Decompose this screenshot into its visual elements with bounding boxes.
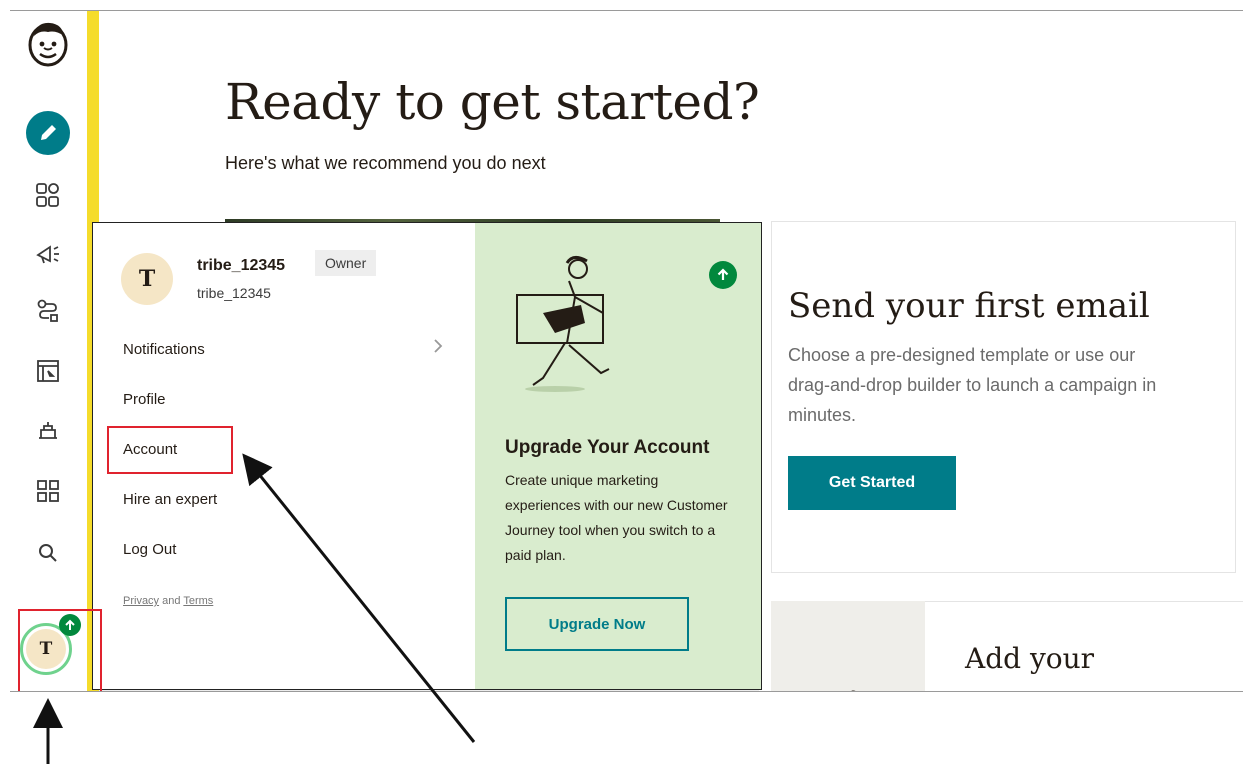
menu-item-notifications[interactable]: Notifications — [123, 341, 205, 358]
avatar-highlight-box — [18, 609, 102, 691]
upgrade-title: Upgrade Your Account — [505, 437, 710, 458]
legal-and: and — [162, 595, 181, 607]
add-contacts-title: Add your — [965, 642, 1095, 675]
upgrade-illustration-icon — [516, 256, 610, 392]
role-badge: Owner — [315, 250, 377, 276]
website-icon[interactable] — [30, 353, 66, 389]
get-started-button[interactable]: Get Started — [788, 456, 956, 510]
legal-links: Privacy and Terms — [123, 595, 213, 607]
dropdown-avatar-initial: T — [138, 266, 156, 292]
upgrade-arrow-icon — [709, 261, 737, 289]
search-icon[interactable] — [30, 535, 66, 571]
pencil-icon[interactable] — [26, 111, 70, 155]
page-title: Ready to get started? — [225, 73, 760, 131]
chevron-right-icon — [433, 337, 445, 357]
privacy-link[interactable]: Privacy — [123, 595, 159, 607]
terms-link[interactable]: Terms — [183, 595, 213, 607]
menu-item-hire-expert[interactable]: Hire an expert — [123, 491, 217, 508]
send-email-card: Send your first email Choose a pre-desig… — [771, 221, 1236, 573]
page-subtitle: Here's what we recommend you do next — [225, 153, 546, 173]
automation-icon[interactable] — [30, 293, 66, 329]
menu-item-logout[interactable]: Log Out — [123, 541, 176, 558]
upgrade-now-button[interactable]: Upgrade Now — [505, 597, 689, 651]
menu-item-profile[interactable]: Profile — [123, 391, 166, 408]
account-name: tribe_12345 — [197, 285, 271, 301]
audience-icon[interactable] — [30, 177, 66, 213]
username: tribe_12345 — [197, 257, 286, 274]
scribble-icon — [817, 690, 855, 691]
contacts-card-image — [771, 601, 925, 691]
account-menu-panel: T tribe_12345 Owner tribe_12345 Notifica… — [93, 223, 473, 689]
sidebar-rail: T — [10, 11, 86, 691]
add-contacts-card: Add your — [925, 601, 1243, 691]
send-email-description: Choose a pre-designed template or use ou… — [788, 345, 1157, 425]
upgrade-panel: Upgrade Your Account Create unique marke… — [475, 223, 761, 689]
account-highlight-box — [107, 426, 233, 474]
dropdown-avatar: T — [121, 253, 173, 305]
content-studio-icon[interactable] — [30, 413, 66, 449]
megaphone-icon[interactable] — [30, 235, 66, 271]
freddie-logo-icon[interactable] — [26, 21, 70, 67]
send-email-title: Send your first email — [788, 286, 1150, 326]
grid-icon[interactable] — [30, 473, 66, 509]
upgrade-description: Create unique marketing experiences with… — [505, 472, 728, 563]
account-dropdown: T tribe_12345 Owner tribe_12345 Notifica… — [92, 222, 762, 690]
